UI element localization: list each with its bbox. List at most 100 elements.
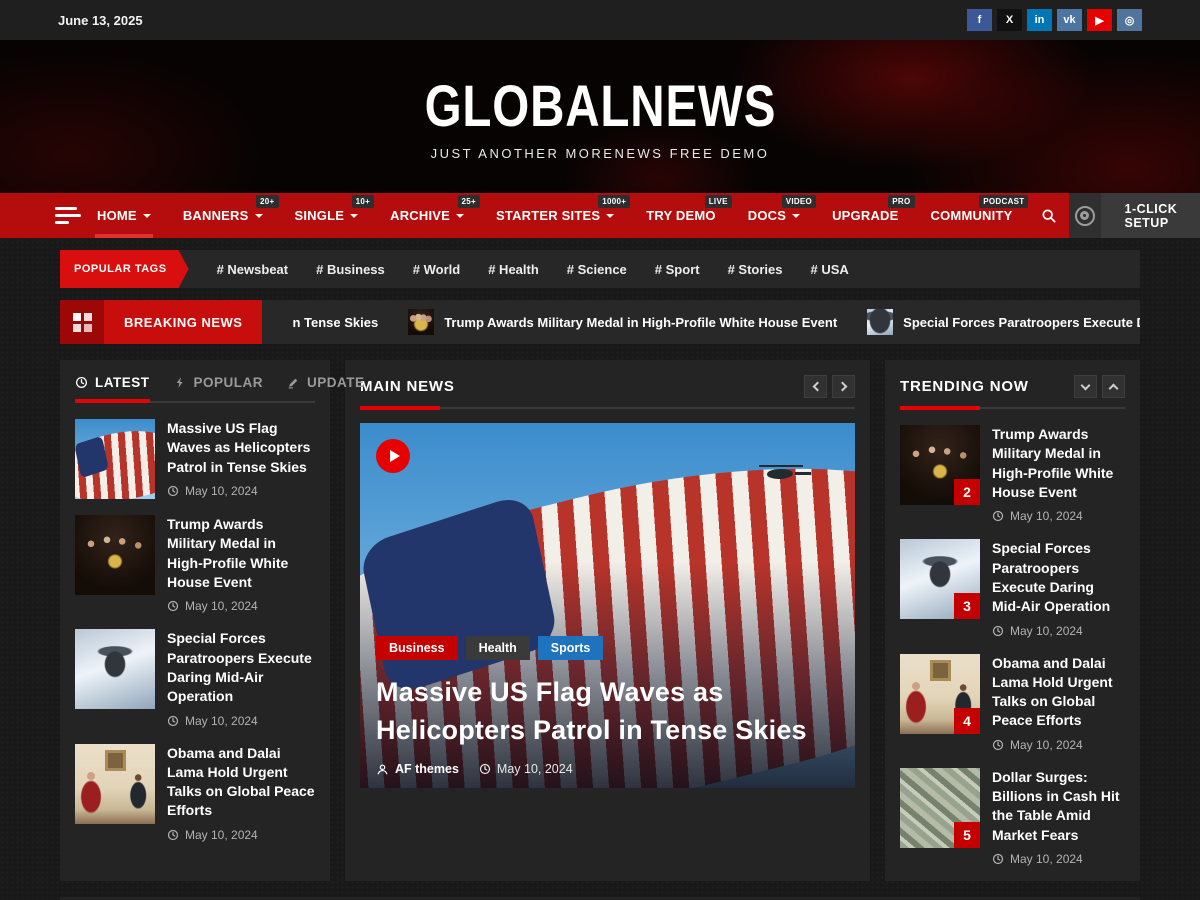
linkedin-icon[interactable]: in	[1027, 9, 1052, 31]
x-twitter-icon[interactable]: X	[997, 9, 1022, 31]
nav-item-starter-sites[interactable]: STARTER SITES 1000+	[480, 193, 630, 238]
site-logo[interactable]: GLOBALNEWS	[424, 73, 776, 140]
article-date: May 10, 2024	[1010, 852, 1083, 866]
chevron-down-icon	[1081, 380, 1091, 390]
article-thumbnail[interactable]	[75, 629, 155, 709]
trending-panel: TRENDING NOW 2 Trump Awards Military Med…	[885, 360, 1140, 881]
clock-icon	[992, 510, 1004, 522]
youtube-icon[interactable]: ▶	[1087, 9, 1112, 31]
article-title[interactable]: Dollar Surges: Billions in Cash Hit the …	[992, 768, 1125, 845]
list-item: 3 Special Forces Paratroopers Execute Da…	[900, 539, 1125, 637]
nav-badge: 25+	[458, 195, 480, 208]
category-sports[interactable]: Sports	[538, 636, 604, 660]
article-date: May 10, 2024	[185, 599, 258, 613]
vk-icon[interactable]: vk	[1057, 9, 1082, 31]
category-business[interactable]: Business	[376, 636, 458, 660]
one-click-setup-button[interactable]: 1-CLICK SETUP	[1069, 193, 1200, 238]
popular-tags-bar: POPULAR TAGS # Newsbeat # Business # Wor…	[60, 250, 1140, 288]
rank-badge: 5	[954, 822, 980, 848]
article-thumbnail[interactable]	[75, 744, 155, 824]
nav-item-upgrade[interactable]: UPGRADE PRO	[816, 193, 914, 238]
ticker-title: n Tense Skies	[292, 315, 378, 330]
article-title[interactable]: Obama and Dalai Lama Hold Urgent Talks o…	[992, 654, 1125, 731]
article-thumbnail[interactable]: 2	[900, 425, 980, 505]
ticker-item[interactable]: Trump Awards Military Medal in High-Prof…	[408, 309, 837, 335]
category-health[interactable]: Health	[466, 636, 530, 660]
clock-icon	[167, 829, 179, 841]
nav-label: DOCS	[748, 208, 786, 223]
nav-item-single[interactable]: SINGLE 10+	[279, 193, 375, 238]
tab-update[interactable]: UPDATE	[287, 375, 365, 390]
chevron-down-icon	[456, 214, 464, 218]
article-date: May 10, 2024	[1010, 624, 1083, 638]
nav-badge: 20+	[256, 195, 278, 208]
tag-business[interactable]: # Business	[316, 262, 385, 277]
article-date: May 10, 2024	[185, 828, 258, 842]
nav-label: TRY DEMO	[646, 208, 716, 223]
clock-icon	[992, 625, 1004, 637]
trending-up-button[interactable]	[1102, 375, 1125, 398]
instagram-icon[interactable]: ◎	[1117, 9, 1142, 31]
setup-label: 1-CLICK SETUP	[1101, 193, 1200, 238]
article-thumbnail[interactable]: 5	[900, 768, 980, 848]
chevron-down-icon	[143, 214, 151, 218]
article-thumbnail[interactable]: 4	[900, 654, 980, 734]
article-title[interactable]: Obama and Dalai Lama Hold Urgent Talks o…	[167, 744, 315, 821]
tag-newsbeat[interactable]: # Newsbeat	[217, 262, 289, 277]
nav-item-home[interactable]: HOME	[81, 193, 167, 238]
carousel-next-button[interactable]	[832, 375, 855, 398]
ticker-thumbnail	[867, 309, 893, 335]
play-icon[interactable]	[376, 439, 410, 473]
clock-icon	[167, 715, 179, 727]
nav-item-banners[interactable]: BANNERS 20+	[167, 193, 279, 238]
tag-sport[interactable]: # Sport	[655, 262, 700, 277]
breaking-news-ticker: BREAKING NEWS n Tense Skies Trump Awards…	[60, 300, 1140, 344]
article-title[interactable]: Special Forces Paratroopers Execute Dari…	[167, 629, 315, 706]
hero-article[interactable]: Business Health Sports Massive US Flag W…	[360, 423, 855, 788]
ticker-title: Special Forces Paratroopers Execute Dari…	[903, 315, 1140, 330]
hero-title[interactable]: Massive US Flag Waves as Helicopters Pat…	[376, 674, 839, 750]
tab-latest[interactable]: LATEST	[75, 375, 150, 390]
current-date: June 13, 2025	[58, 13, 143, 28]
article-date: May 10, 2024	[1010, 509, 1083, 523]
list-item: 2 Trump Awards Military Medal in High-Pr…	[900, 425, 1125, 523]
nav-item-docs[interactable]: DOCS VIDEO	[732, 193, 816, 238]
search-icon[interactable]	[1028, 193, 1068, 238]
topbar: June 13, 2025 f X in vk ▶ ◎	[0, 0, 1200, 40]
nav-label: SINGLE	[295, 208, 345, 223]
trending-down-button[interactable]	[1074, 375, 1097, 398]
tag-science[interactable]: # Science	[567, 262, 627, 277]
carousel-prev-button[interactable]	[804, 375, 827, 398]
trending-heading: TRENDING NOW	[900, 378, 1029, 395]
clock-icon	[992, 853, 1004, 865]
clock-icon	[167, 600, 179, 612]
facebook-icon[interactable]: f	[967, 9, 992, 31]
ticker-item[interactable]: Special Forces Paratroopers Execute Dari…	[867, 309, 1140, 335]
tag-stories[interactable]: # Stories	[728, 262, 783, 277]
section-rule	[360, 407, 855, 409]
nav-badge: 1000+	[598, 195, 630, 208]
nav-item-try-demo[interactable]: TRY DEMO LIVE	[630, 193, 732, 238]
author-icon	[376, 763, 389, 776]
nav-badge: PODCAST	[979, 195, 1028, 208]
article-thumbnail[interactable]	[75, 515, 155, 595]
article-thumbnail[interactable]: 3	[900, 539, 980, 619]
article-title[interactable]: Special Forces Paratroopers Execute Dari…	[992, 539, 1125, 616]
article-title[interactable]: Trump Awards Military Medal in High-Prof…	[167, 515, 315, 592]
nav-badge: PRO	[888, 195, 914, 208]
tag-world[interactable]: # World	[413, 262, 460, 277]
article-title[interactable]: Massive US Flag Waves as Helicopters Pat…	[167, 419, 315, 477]
tag-health[interactable]: # Health	[488, 262, 539, 277]
nav-item-community[interactable]: COMMUNITY PODCAST	[915, 193, 1029, 238]
ticker-item[interactable]: n Tense Skies	[292, 315, 378, 330]
nav-item-archive[interactable]: ARCHIVE 25+	[374, 193, 480, 238]
grid-icon[interactable]	[60, 300, 104, 344]
chevron-down-icon	[255, 214, 263, 218]
article-thumbnail[interactable]	[75, 419, 155, 499]
tab-popular[interactable]: POPULAR	[174, 375, 264, 390]
article-title[interactable]: Trump Awards Military Medal in High-Prof…	[992, 425, 1125, 502]
hero-author[interactable]: AF themes	[376, 762, 459, 776]
tag-usa[interactable]: # USA	[811, 262, 849, 277]
nav-badge: 10+	[352, 195, 374, 208]
menu-icon[interactable]	[55, 193, 81, 238]
